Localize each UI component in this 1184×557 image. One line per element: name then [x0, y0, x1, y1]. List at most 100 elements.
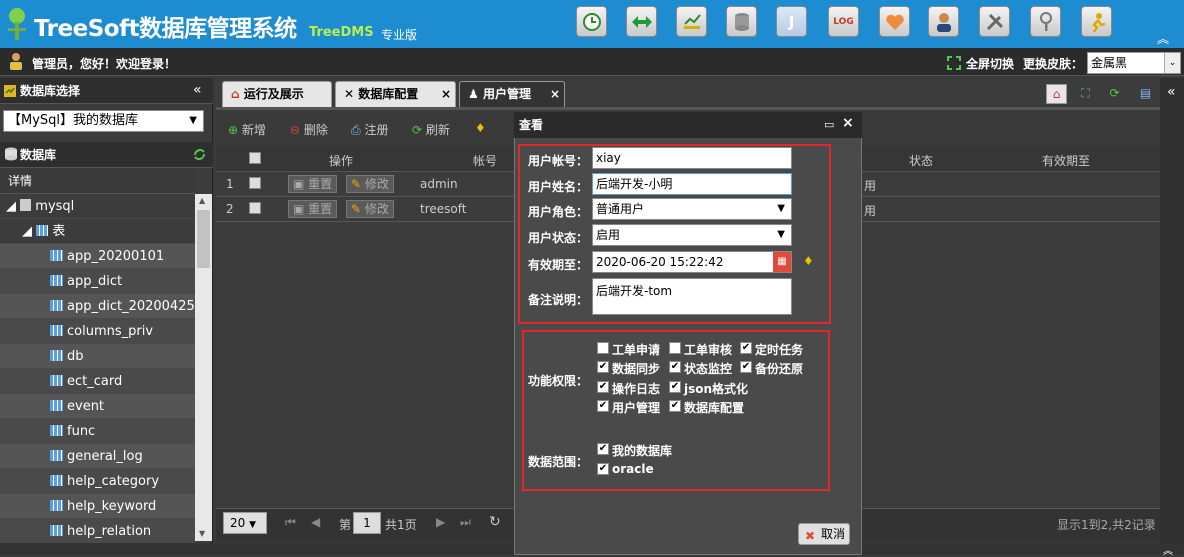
scope-checkbox[interactable]: ✔ — [597, 463, 609, 475]
permission-checkbox[interactable]: ✔ — [597, 381, 609, 393]
register-button[interactable]: ⎙ 注册 — [351, 121, 388, 138]
refresh-icon[interactable]: ⟳ — [1104, 84, 1125, 104]
select-all-checkbox[interactable] — [249, 152, 261, 164]
close-icon[interactable]: × — [441, 82, 451, 106]
last-page-icon[interactable]: ⏭ — [460, 515, 471, 530]
name-field[interactable]: 后端开发-小明 — [592, 173, 792, 195]
tree-node-table[interactable]: app_dict — [0, 269, 195, 294]
header-collapse-icon[interactable]: ︽ — [1157, 30, 1169, 47]
tree-node-table[interactable]: ect_card — [0, 369, 195, 394]
cancel-button[interactable]: ✖ 取消 — [798, 523, 850, 545]
heart-icon[interactable] — [879, 6, 910, 37]
collapse-right-icon[interactable]: « — [1167, 84, 1176, 100]
json-icon[interactable]: J — [776, 6, 807, 37]
home-icon[interactable]: ⌂ — [1046, 84, 1067, 104]
refresh-tree-icon[interactable] — [192, 147, 207, 162]
row-checkbox[interactable] — [249, 202, 261, 214]
reload-icon[interactable]: ↻ — [489, 514, 501, 530]
tools-icon[interactable] — [979, 6, 1010, 37]
tab-run-display[interactable]: ⌂ 运行及展示 — [222, 81, 332, 107]
tree-node-table[interactable]: help_relation — [0, 519, 195, 544]
note-textarea[interactable]: 后端开发-tom — [592, 278, 792, 315]
account-label: 用户帐号： — [528, 154, 589, 168]
tree-scroll-thumb[interactable] — [197, 210, 210, 268]
account-field[interactable]: xiay — [592, 147, 792, 169]
permission-checkbox[interactable]: ✔ — [740, 361, 752, 373]
edit-button[interactable]: ✎ 修改 — [346, 175, 394, 193]
edit-button[interactable]: ✎ 修改 — [346, 200, 394, 218]
table-grid-icon — [36, 225, 49, 236]
delete-button[interactable]: ⊖ 删除 — [290, 121, 328, 138]
tree-node-table[interactable]: db — [0, 344, 195, 369]
hint-bulb-icon[interactable]: ♦ — [475, 121, 486, 135]
expire-field[interactable]: 2020-06-20 15:22:42 ▦ — [592, 251, 792, 273]
collapse-left-icon[interactable]: « — [193, 82, 202, 98]
logout-runner-icon[interactable] — [1081, 6, 1112, 37]
window-icon[interactable]: ▤ — [1135, 84, 1156, 104]
permission-checkbox[interactable]: ✔ — [669, 361, 681, 373]
table-grid-icon — [50, 525, 63, 536]
scope-checkbox[interactable]: ✔ — [597, 443, 609, 455]
prev-page-icon[interactable]: ◀ — [311, 515, 320, 529]
scroll-down-icon[interactable]: ▼ — [199, 529, 205, 538]
next-page-icon[interactable]: ▶ — [436, 515, 445, 529]
page-size-select[interactable]: 20 ▼ — [223, 512, 267, 534]
clock-icon[interactable] — [576, 6, 607, 37]
page-input[interactable]: 1 — [353, 512, 381, 534]
fullscreen-icon[interactable] — [947, 56, 961, 70]
expire-value: 2020-06-20 15:22:42 — [596, 255, 724, 269]
tree-node-table[interactable]: columns_priv — [0, 319, 195, 344]
tree-node-table[interactable]: app_dict_2020042515 — [0, 294, 211, 319]
tab-user-management[interactable]: ♟ 用户管理 × — [459, 81, 565, 107]
scroll-up-icon[interactable]: ▲ — [199, 196, 205, 205]
close-icon[interactable]: × — [842, 115, 854, 131]
database-select[interactable]: 【MySql】我的数据库 ▼ — [3, 110, 204, 132]
log-icon[interactable]: LOG — [828, 6, 859, 37]
tree-node-table[interactable]: help_keyword — [0, 494, 195, 519]
scope-label: 我的数据库 — [612, 444, 673, 458]
skin-select[interactable]: 金属黑 ⌄ — [1087, 52, 1181, 74]
db-select-header: 数据库选择 — [0, 78, 213, 104]
permission-checkbox[interactable]: ✔ — [669, 381, 681, 393]
status-select[interactable]: 启用 ▼ — [592, 224, 792, 246]
close-icon[interactable]: × — [550, 82, 560, 106]
tree-node-label: general_log — [67, 449, 143, 464]
fullscreen-icon[interactable]: ⛶ — [1075, 84, 1096, 104]
permission-checkbox[interactable]: ✔ — [597, 361, 609, 373]
tree-node-table[interactable]: func — [0, 419, 195, 444]
tree-node-table[interactable]: app_20200101 — [0, 244, 195, 269]
chart-line-icon[interactable] — [676, 6, 707, 37]
permission-checkbox[interactable] — [669, 342, 681, 354]
row-checkbox[interactable] — [249, 177, 261, 189]
reset-button[interactable]: ▣ 重置 — [288, 175, 338, 193]
printer-icon: ⎙ — [351, 123, 361, 137]
fullscreen-toggle[interactable]: 全屏切换 — [966, 55, 1014, 72]
status-select-value: 启用 — [596, 228, 621, 242]
tree-node-table[interactable]: event — [0, 394, 195, 419]
status-label: 用户状态： — [528, 231, 589, 245]
permission-checkbox[interactable]: ✔ — [597, 400, 609, 412]
role-select[interactable]: 普通用户 ▼ — [592, 198, 792, 220]
tree-node-mysql[interactable]: ◢ mysql — [0, 194, 195, 219]
expand-icon[interactable]: ◢ — [6, 199, 16, 214]
refresh-button[interactable]: ⟳ 刷新 — [412, 121, 450, 138]
reset-button[interactable]: ▣ 重置 — [288, 200, 338, 218]
database-icon[interactable] — [726, 6, 757, 37]
calendar-icon[interactable]: ▦ — [773, 252, 791, 272]
transfer-arrows-icon[interactable] — [626, 6, 657, 37]
tree-node-table[interactable]: help_category — [0, 469, 195, 494]
table-grid-icon — [50, 425, 63, 436]
tab-db-config[interactable]: ✕ 数据库配置 × — [335, 81, 456, 107]
first-page-icon[interactable]: ⏮ — [285, 515, 296, 530]
expand-icon[interactable]: ◢ — [22, 224, 32, 239]
chevron-down-icon: ▼ — [777, 229, 785, 240]
permission-checkbox[interactable]: ✔ — [740, 342, 752, 354]
maximize-icon[interactable]: ▭ — [824, 118, 834, 131]
tree-node-tables[interactable]: ◢ 表 — [0, 219, 195, 244]
tree-node-table[interactable]: general_log — [0, 444, 195, 469]
permission-checkbox[interactable] — [597, 342, 609, 354]
user-profile-icon[interactable] — [928, 6, 959, 37]
key-icon[interactable] — [1030, 6, 1061, 37]
permission-checkbox[interactable]: ✔ — [669, 400, 681, 412]
add-button[interactable]: ⊕ 新增 — [228, 121, 266, 138]
